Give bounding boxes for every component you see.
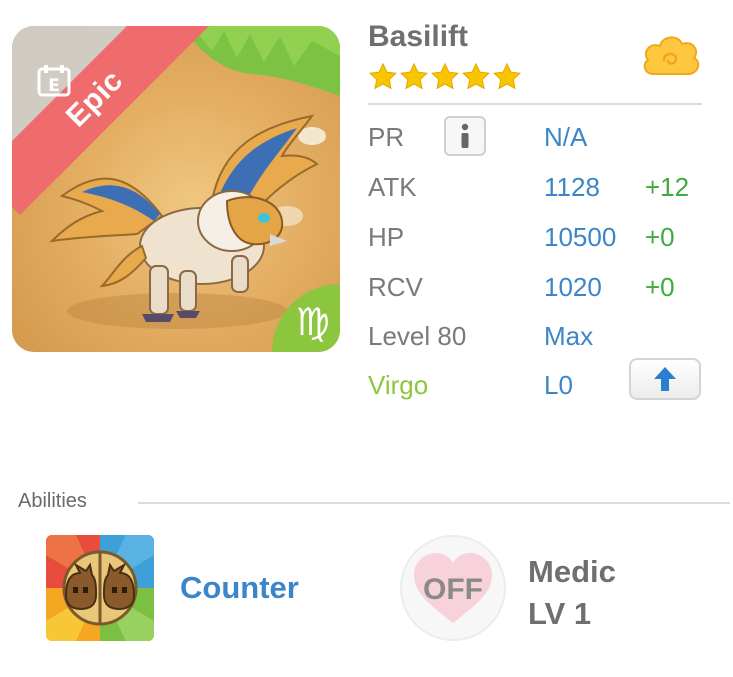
zodiac-label: Virgo (368, 370, 429, 400)
stat-bonus: +0 (645, 272, 675, 302)
stat-row-zodiac: Virgo L0 (368, 358, 708, 404)
off-status-text: OFF (423, 573, 483, 606)
stat-label: Level 80 (368, 321, 467, 351)
star-icon (462, 62, 490, 90)
header-divider (368, 103, 702, 105)
griffin-creature-art (49, 114, 319, 322)
stat-value: 1128 (544, 172, 600, 202)
abilities-divider (138, 502, 730, 504)
cloud-icon (643, 36, 700, 75)
svg-text:E: E (48, 76, 60, 96)
medic-ability-name: Medic (528, 554, 616, 589)
stat-row-atk: ATK 1128 +12 (368, 166, 708, 206)
counter-cats-icon (46, 535, 154, 641)
stat-row-level: Level 80 Max (368, 315, 708, 355)
counter-ability-name[interactable]: Counter (180, 570, 299, 606)
star-icon (431, 62, 459, 90)
stat-label: HP (368, 222, 405, 252)
stat-row-rcv: RCV 1020 +0 (368, 266, 708, 306)
stat-row-hp: HP 10500 +0 (368, 216, 708, 256)
medic-ability-level: LV 1 (528, 596, 592, 631)
stat-value: N/A (544, 122, 588, 152)
stat-bonus: +12 (645, 172, 690, 202)
document-icon[interactable]: E (36, 64, 72, 98)
counter-ability-button[interactable] (46, 535, 154, 641)
arrow-up-icon (654, 367, 676, 391)
stat-value: L0 (544, 370, 573, 400)
stat-label: PR (368, 122, 405, 152)
upgrade-button[interactable] (629, 358, 701, 400)
stat-bonus: +0 (645, 222, 675, 252)
star-icon (400, 62, 428, 90)
stat-label: ATK (368, 172, 417, 202)
star-rating (368, 62, 522, 92)
abilities-heading: Abilities (18, 490, 87, 512)
monster-name: Basilift (368, 20, 469, 53)
virgo-symbol-icon: ♍ (295, 300, 330, 344)
star-icon (369, 62, 397, 90)
stat-value: Max (544, 321, 594, 351)
info-icon (461, 123, 469, 148)
star-icon (493, 62, 521, 90)
stat-value: 10500 (544, 222, 617, 252)
monster-portrait[interactable]: Epic E ♍ (12, 26, 340, 352)
stat-row-pr: PR N/A (368, 116, 708, 156)
stat-value: 1020 (544, 272, 602, 302)
stat-label: RCV (368, 272, 423, 302)
medic-off-heart-icon[interactable]: OFF (400, 535, 506, 641)
info-button[interactable] (444, 116, 486, 156)
